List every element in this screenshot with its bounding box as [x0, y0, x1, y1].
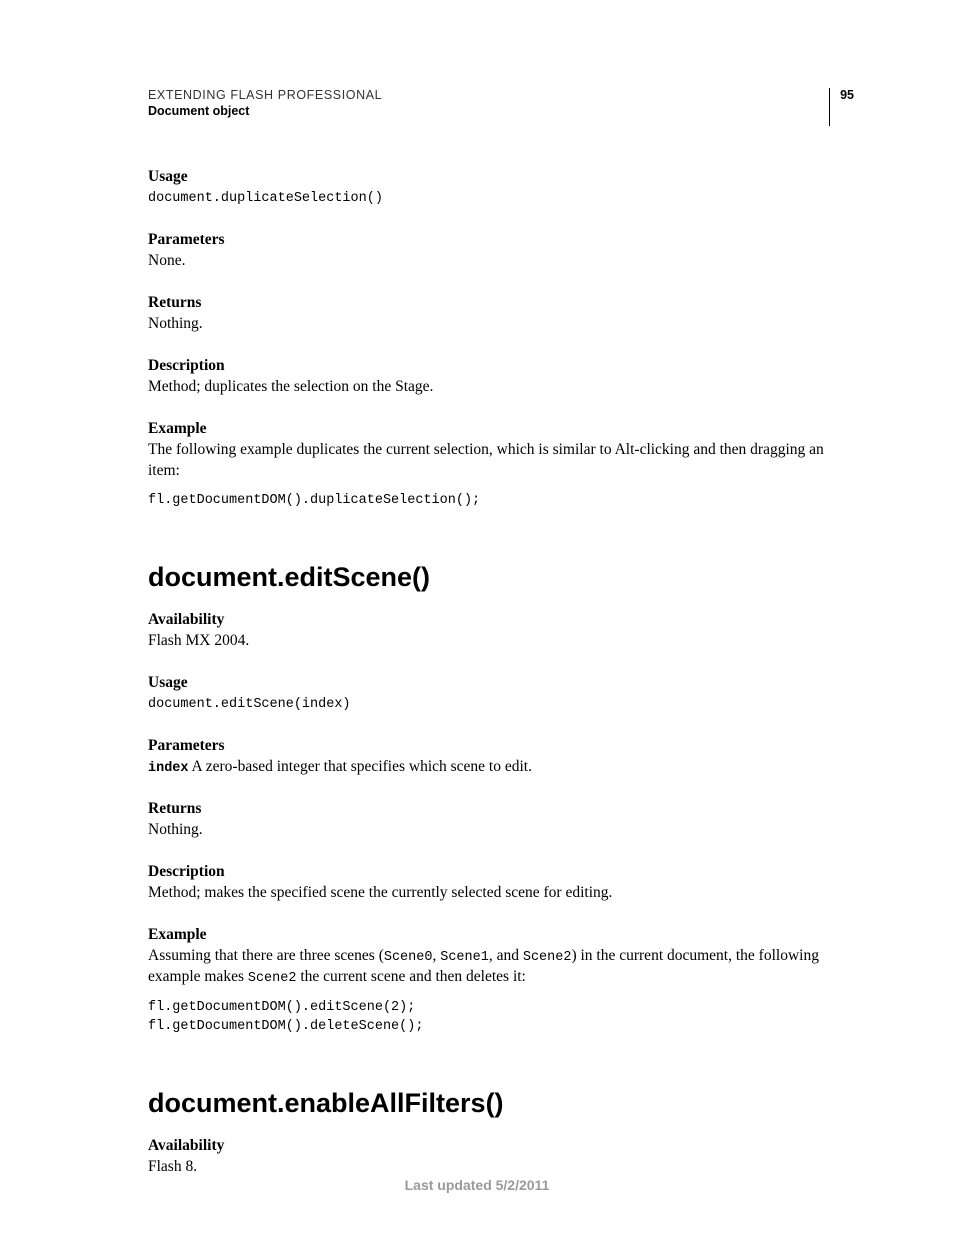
example-body: Assuming that there are three scenes (Sc…	[148, 946, 854, 988]
usage-label: Usage	[148, 168, 854, 186]
inline-code: Scene2	[523, 950, 572, 965]
example-text: , and	[489, 947, 523, 964]
description-body: Method; makes the specified scene the cu…	[148, 883, 854, 904]
param-name: index	[148, 761, 189, 776]
example-label: Example	[148, 926, 854, 944]
usage-code: document.editScene(index)	[148, 696, 854, 715]
returns-body: Nothing.	[148, 314, 854, 335]
running-header: EXTENDING FLASH PROFESSIONAL Document ob…	[148, 88, 854, 126]
example-label: Example	[148, 420, 854, 438]
doc-section: Document object	[148, 104, 829, 118]
availability-body: Flash MX 2004.	[148, 631, 854, 652]
example-code: fl.getDocumentDOM().editScene(2); fl.get…	[148, 999, 854, 1037]
page-number-block: 95	[829, 88, 854, 126]
parameters-label: Parameters	[148, 737, 854, 755]
description-label: Description	[148, 357, 854, 375]
example-text: Assuming that there are three scenes (	[148, 947, 384, 964]
page-content: EXTENDING FLASH PROFESSIONAL Document ob…	[0, 0, 954, 1178]
usage-label: Usage	[148, 674, 854, 692]
description-body: Method; duplicates the selection on the …	[148, 377, 854, 398]
availability-label: Availability	[148, 611, 854, 629]
api-heading-enableallfilters: document.enableAllFilters()	[148, 1088, 854, 1119]
example-body: The following example duplicates the cur…	[148, 440, 854, 482]
page-footer: Last updated 5/2/2011	[0, 1177, 954, 1193]
inline-code: Scene1	[440, 950, 489, 965]
usage-code: document.duplicateSelection()	[148, 190, 854, 209]
parameters-body: index A zero-based integer that specifie…	[148, 757, 854, 778]
page-number: 95	[840, 88, 854, 126]
availability-label: Availability	[148, 1137, 854, 1155]
parameters-label: Parameters	[148, 231, 854, 249]
api-heading-editscene: document.editScene()	[148, 562, 854, 593]
returns-body: Nothing.	[148, 820, 854, 841]
description-label: Description	[148, 863, 854, 881]
example-text: the current scene and then deletes it:	[296, 968, 525, 985]
inline-code: Scene2	[248, 971, 297, 986]
returns-label: Returns	[148, 800, 854, 818]
example-code: fl.getDocumentDOM().duplicateSelection()…	[148, 492, 854, 511]
header-left: EXTENDING FLASH PROFESSIONAL Document ob…	[148, 88, 829, 118]
page-number-rule	[829, 88, 830, 126]
returns-label: Returns	[148, 294, 854, 312]
inline-code: Scene0	[384, 950, 433, 965]
doc-title: EXTENDING FLASH PROFESSIONAL	[148, 88, 829, 102]
availability-body: Flash 8.	[148, 1157, 854, 1178]
parameters-body: None.	[148, 251, 854, 272]
param-desc: A zero-based integer that specifies whic…	[189, 758, 532, 775]
